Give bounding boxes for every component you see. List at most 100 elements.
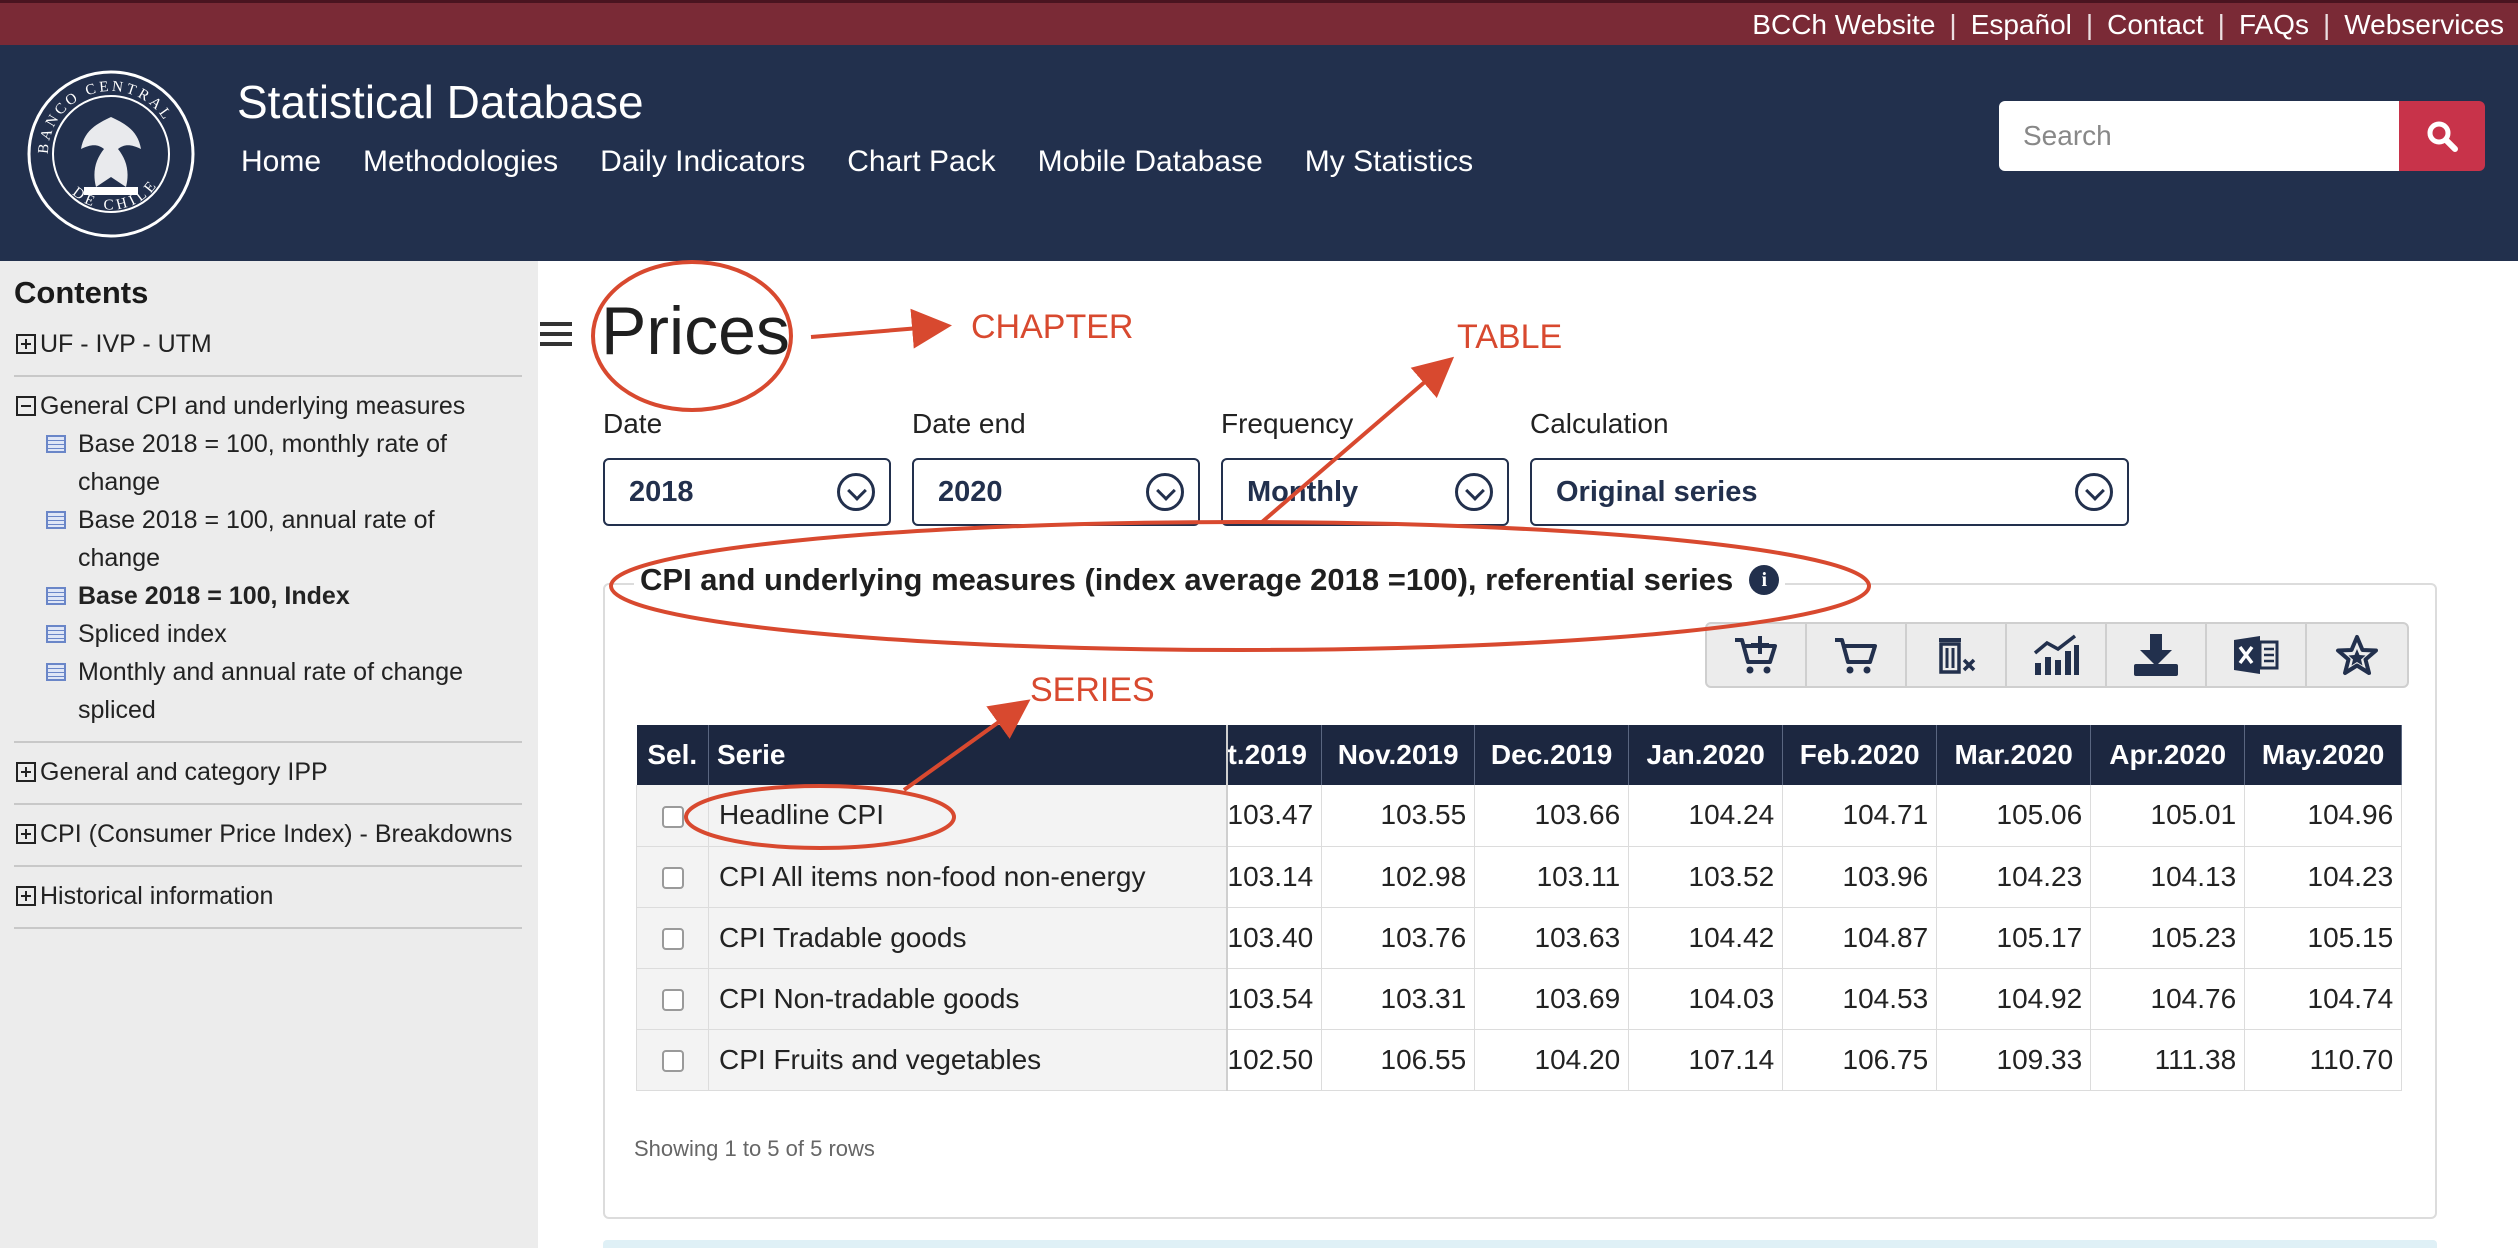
column-header-month[interactable]: Jan.2020 [1628, 725, 1784, 785]
sidebar-group-historical[interactable]: Historical information [14, 877, 522, 915]
sidebar-group-label: CPI (Consumer Price Index) - Breakdowns [40, 820, 513, 848]
table-row: CPI Fruits and vegetables 102.50 106.55 … [636, 1029, 2403, 1091]
expand-icon[interactable] [16, 886, 36, 906]
bcch-website-link[interactable]: BCCh Website [1738, 9, 1949, 41]
filter-label: Date end [912, 408, 1026, 439]
serie-name[interactable]: CPI All items non-food non-energy [708, 846, 1228, 908]
column-header-serie[interactable]: Serie [708, 725, 1228, 785]
value-cell: 104.42 [1628, 907, 1784, 969]
date-end-select[interactable]: 2020 [912, 458, 1200, 526]
sidebar-item-index[interactable]: Base 2018 = 100, Index [14, 577, 522, 615]
value-cell: 107.14 [1628, 1029, 1784, 1091]
column-header-month[interactable]: Mar.2020 [1936, 725, 2092, 785]
sidebar-item-monthly-rate[interactable]: Base 2018 = 100, monthly rate of change [14, 425, 522, 501]
table-icon [46, 435, 66, 453]
value-cell: 103.47 [1226, 785, 1323, 847]
expand-icon[interactable] [16, 824, 36, 844]
value-cell: 105.01 [2090, 785, 2246, 847]
serie-name[interactable]: CPI Fruits and vegetables [708, 1029, 1228, 1091]
row-checkbox[interactable] [661, 989, 684, 1012]
add-to-cart-button[interactable] [1707, 624, 1807, 686]
espanol-link[interactable]: Español [1957, 9, 2086, 41]
column-header-month[interactable]: Apr.2020 [2090, 725, 2246, 785]
sidebar-item-annual-rate[interactable]: Base 2018 = 100, annual rate of change [14, 501, 522, 577]
column-header-month[interactable]: Dec.2019 [1474, 725, 1630, 785]
value-cell: 103.14 [1226, 846, 1323, 908]
cart-button[interactable] [1807, 624, 1907, 686]
delete-icon [1939, 638, 1976, 674]
serie-name[interactable]: Headline CPI [708, 785, 1228, 847]
info-icon[interactable]: i [1749, 565, 1780, 595]
sidebar-item-spliced-index[interactable]: Spliced index [14, 615, 522, 653]
expand-icon[interactable] [16, 334, 36, 354]
search-bar [1999, 101, 2485, 171]
date-select[interactable]: 2018 [603, 458, 891, 526]
row-checkbox[interactable] [661, 867, 684, 890]
sidebar-group-uf-ivp-utm[interactable]: UF - IVP - UTM [14, 325, 522, 363]
calculation-select[interactable]: Original series [1530, 458, 2129, 526]
table-icon [46, 587, 66, 605]
value-cell: 105.17 [1936, 907, 2092, 969]
row-select-cell [636, 968, 709, 1030]
expand-icon[interactable] [16, 762, 36, 782]
delete-button[interactable] [1907, 624, 2007, 686]
favorite-button[interactable] [2307, 624, 2407, 686]
nav-mobile-database[interactable]: Mobile Database [1038, 145, 1263, 179]
contact-link[interactable]: Contact [2093, 9, 2218, 41]
sidebar-item-spliced-rates[interactable]: Monthly and annual rate of change splice… [14, 653, 522, 729]
filter-calculation: Calculation Original series [1530, 408, 2129, 526]
search-button[interactable] [2399, 101, 2485, 171]
row-checkbox[interactable] [661, 805, 684, 828]
sidebar-group-ipp[interactable]: General and category IPP [14, 753, 522, 791]
value-cell: 103.54 [1226, 968, 1323, 1030]
value-cell: 104.76 [2090, 968, 2246, 1030]
value-cell: 104.13 [2090, 846, 2246, 908]
value-cell: 103.66 [1474, 785, 1630, 847]
search-icon [2427, 121, 2458, 152]
sidebar-group-general-cpi[interactable]: General CPI and underlying measures [14, 387, 522, 425]
value-cell: 103.69 [1474, 968, 1630, 1030]
table-toolbar [1705, 622, 2409, 688]
serie-name[interactable]: CPI Non-tradable goods [708, 968, 1228, 1030]
column-header-month[interactable]: t.2019 [1226, 725, 1323, 785]
value-cell: 104.92 [1936, 968, 2092, 1030]
sidebar-group-label: Historical information [40, 882, 274, 910]
site-title[interactable]: Statistical Database [237, 75, 644, 129]
nav-daily-indicators[interactable]: Daily Indicators [600, 145, 805, 179]
nav-home[interactable]: Home [241, 145, 321, 179]
faqs-link[interactable]: FAQs [2225, 9, 2323, 41]
row-select-cell [636, 785, 709, 847]
row-checkbox[interactable] [661, 928, 684, 951]
contents-sidebar: Contents UF - IVP - UTM General CPI and … [0, 261, 538, 1248]
utility-links: BCCh Website | Español | Contact | FAQs … [1738, 9, 2518, 41]
nav-chart-pack[interactable]: Chart Pack [847, 145, 995, 179]
value-cell: 105.15 [2244, 907, 2403, 969]
favorite-star-icon [2336, 635, 2378, 675]
value-cell: 104.23 [1936, 846, 2092, 908]
nav-methodologies[interactable]: Methodologies [363, 145, 558, 179]
chart-button[interactable] [2007, 624, 2107, 686]
frequency-select[interactable]: Monthly [1221, 458, 1509, 526]
nav-my-statistics[interactable]: My Statistics [1305, 145, 1473, 179]
column-header-month[interactable]: Feb.2020 [1782, 725, 1938, 785]
sidebar-group-label: General CPI and underlying measures [40, 392, 466, 420]
table-icon [46, 625, 66, 643]
serie-name[interactable]: CPI Tradable goods [708, 907, 1228, 969]
value-cell: 104.24 [1628, 785, 1784, 847]
bank-logo-icon[interactable]: BANCO CENTRAL DE CHILE [26, 69, 196, 239]
download-button[interactable] [2107, 624, 2207, 686]
sidebar-group-cpi-breakdowns[interactable]: CPI (Consumer Price Index) - Breakdowns [14, 815, 522, 853]
webservices-link[interactable]: Webservices [2330, 9, 2518, 41]
sidebar-group: General CPI and underlying measures Base… [14, 377, 522, 743]
column-header-sel[interactable]: Sel. [636, 725, 709, 785]
excel-button[interactable] [2207, 624, 2307, 686]
search-input[interactable] [1999, 101, 2399, 171]
column-header-month[interactable]: Nov.2019 [1321, 725, 1476, 785]
sidebar-group-label: UF - IVP - UTM [40, 330, 212, 358]
row-checkbox[interactable] [661, 1050, 684, 1073]
value-cell: 103.52 [1628, 846, 1784, 908]
add-to-cart-icon [1735, 636, 1777, 674]
column-header-month[interactable]: May.2020 [2244, 725, 2403, 785]
hamburger-menu-icon[interactable] [540, 322, 572, 352]
collapse-icon[interactable] [16, 396, 36, 416]
